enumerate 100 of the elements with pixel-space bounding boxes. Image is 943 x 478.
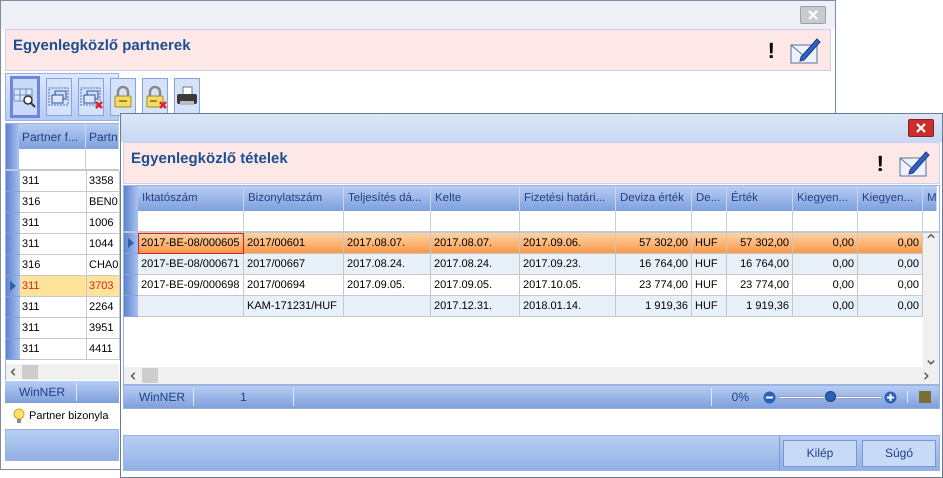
table-cell-text: 2018.01.14. <box>523 298 582 314</box>
column-header[interactable]: Kiegyen... <box>793 186 858 211</box>
row-indicator[interactable] <box>124 233 138 254</box>
table-cell-text: 311 <box>22 300 40 315</box>
close-button[interactable] <box>908 119 934 137</box>
table-cell-text: 2017.09.06. <box>523 236 582 251</box>
table-cell-text: 2017.09.05. <box>434 278 492 293</box>
table-row[interactable]: 311 3358 <box>6 171 119 192</box>
zoom-percent: 0% <box>710 388 749 406</box>
table-cell-text: HUF <box>695 236 718 251</box>
table-row[interactable]: 311 1044 <box>6 234 119 255</box>
scroll-up-icon[interactable] <box>927 233 935 241</box>
column-header[interactable]: Fizetési határi... <box>520 186 616 211</box>
scroll-left-icon[interactable] <box>10 368 18 376</box>
vertical-scrollbar[interactable] <box>923 233 939 367</box>
row-indicator[interactable] <box>6 234 20 255</box>
table-cell-text: 23 774,00 <box>740 278 789 293</box>
scroll-down-icon[interactable] <box>927 359 935 367</box>
row-indicator[interactable] <box>6 339 20 360</box>
table-cell-text: 1 919,36 <box>645 298 688 314</box>
table-row[interactable]: 311 3703 <box>6 276 119 297</box>
scroll-right-icon[interactable] <box>923 372 931 380</box>
row-indicator[interactable] <box>6 255 20 276</box>
table-cell-text: 2017.08.24. <box>347 256 406 272</box>
table-row[interactable]: 316 BEN0 <box>6 192 119 213</box>
scroll-thumb[interactable] <box>22 365 38 379</box>
table-row[interactable]: 311 4411 <box>6 339 119 360</box>
scroll-left-icon[interactable] <box>130 372 138 380</box>
table-cell-text: 2017.09.23. <box>523 256 582 272</box>
header-indicator <box>124 186 138 211</box>
table-cell-text: 0,00 <box>898 278 919 293</box>
table-cell-text: 2017-BE-09/000698 <box>141 278 240 293</box>
filter-indicator <box>6 149 19 169</box>
column-header[interactable]: Partner f... <box>19 124 86 149</box>
zoom-slider[interactable] <box>778 391 882 403</box>
table-row[interactable]: 2017-BE-08/000605 2017/00601 2017.08.07. 2017.08.07. 2017.09.06. 57 302,00 HUF 57 302,00 0,00 0,00 <box>124 233 923 254</box>
toolbar-button[interactable] <box>10 76 40 118</box>
table-cell-text: 2017-BE-08/000605 <box>141 236 240 251</box>
row-indicator[interactable] <box>124 296 138 317</box>
table-row[interactable]: 2017-BE-08/000671 2017/00667 2017.08.24. 2017.08.24. 2017.09.23. 16 764,00 HUF 16 764,00 0,00 0,00 <box>124 254 923 275</box>
table-cell-text: 16 764,00 <box>740 256 789 272</box>
status-text: WinNER <box>124 388 194 406</box>
table-cell-text: 16 764,00 <box>639 256 688 272</box>
table-row[interactable]: 2017-BE-09/000698 2017/00694 2017.09.05. 2017.09.05. 2017.10.05. 23 774,00 HUF 23 774,00 0,00 0,00 <box>124 275 923 296</box>
table-cell-text: 1006 <box>89 216 114 231</box>
zoom-in-icon[interactable] <box>884 390 897 404</box>
column-header[interactable]: De... <box>692 186 727 211</box>
table-cell-text: 0,00 <box>832 298 854 314</box>
zoom-out-icon[interactable] <box>763 390 776 404</box>
row-indicator[interactable] <box>6 276 20 297</box>
column-header[interactable]: Iktatószám <box>138 186 244 211</box>
column-header[interactable]: Bizonylatszám <box>244 186 344 211</box>
column-header[interactable]: Kiegyen... <box>858 186 923 211</box>
row-indicator[interactable] <box>6 297 20 318</box>
table-row[interactable]: 311 1006 <box>6 213 119 234</box>
row-indicator[interactable] <box>124 275 138 296</box>
current-row-icon <box>128 238 134 248</box>
table-row[interactable]: 316 CHA0 <box>6 255 119 276</box>
table-cell-text: 3951 <box>89 320 114 336</box>
column-header[interactable]: Kelte <box>431 186 520 211</box>
table-cell-text: 0,00 <box>832 236 854 251</box>
table-cell-text: 316 <box>22 194 40 210</box>
toolbar-button[interactable] <box>46 78 72 116</box>
row-indicator[interactable] <box>6 318 20 339</box>
column-header[interactable]: Érték <box>727 186 793 211</box>
slider-thumb[interactable] <box>825 391 836 402</box>
row-indicator[interactable] <box>6 171 20 192</box>
toolbar-button[interactable] <box>174 78 200 116</box>
row-indicator[interactable] <box>6 213 20 234</box>
scroll-thumb[interactable] <box>142 368 158 383</box>
horizontal-scrollbar[interactable] <box>6 364 119 380</box>
column-header[interactable]: Deviza érték <box>616 186 692 211</box>
table-cell-text: 311 <box>22 342 40 357</box>
toolbar-button[interactable] <box>78 78 104 116</box>
table-cell-text: 0,00 <box>832 278 854 293</box>
column-header[interactable]: Partn <box>86 124 119 149</box>
table-cell-text: 57 302,00 <box>639 236 688 251</box>
table-cell-text: 2017.08.24. <box>434 256 492 272</box>
table-row[interactable]: 311 2264 <box>6 297 119 318</box>
table-row[interactable]: KAM-171231/HUF 2017.12.31. 2018.01.14. 1 919,36 HUF 1 919,36 0,00 0,00 <box>124 296 923 317</box>
dialog-button[interactable]: Kilép <box>783 440 857 466</box>
row-indicator[interactable] <box>124 254 138 275</box>
panel-title: Egyenlegközlő tételek <box>131 149 288 169</box>
table-cell-text: 2017/00667 <box>247 256 306 272</box>
table-row[interactable]: 311 3951 <box>6 318 119 339</box>
table-cell-text: 2017.08.07. <box>347 236 406 251</box>
table-cell-text: 2017.09.05. <box>347 278 406 293</box>
column-header[interactable]: Teljesítés dá... <box>344 186 431 211</box>
table-cell-text: 4411 <box>89 342 113 357</box>
dialog-button[interactable]: Súgó <box>862 440 936 466</box>
horizontal-scrollbar[interactable] <box>124 367 939 384</box>
alert-mark: ! <box>768 40 775 62</box>
table-cell-text: 311 <box>22 320 40 336</box>
column-header[interactable]: M <box>923 186 937 211</box>
table-cell-text: 311 <box>22 174 40 189</box>
status-text: WinNER <box>5 383 77 401</box>
row-indicator[interactable] <box>6 192 20 213</box>
lightbulb-icon <box>13 408 25 424</box>
table-cell-text: 1 919,36 <box>746 298 789 314</box>
table-cell-text: 2017.08.07. <box>434 236 492 251</box>
